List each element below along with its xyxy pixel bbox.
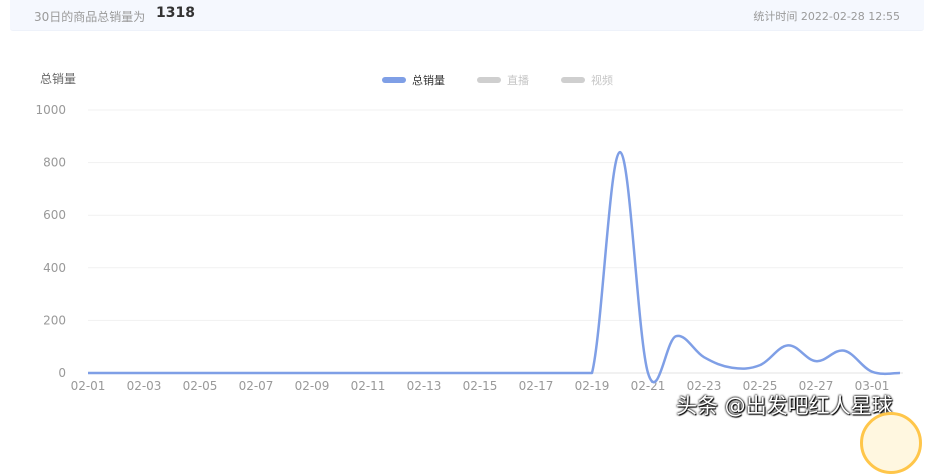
watermark: 头条 @出发吧红人星球 xyxy=(676,394,893,418)
y-tick-label: 0 xyxy=(58,366,66,380)
x-tick-label: 02-09 xyxy=(295,379,330,393)
legend[interactable]: 总销量 直播 视频 xyxy=(382,73,613,87)
x-tick-label: 02-03 xyxy=(127,379,162,393)
y-axis-title: 总销量 xyxy=(40,72,76,86)
x-tick-label: 02-01 xyxy=(71,379,106,393)
y-tick-label: 200 xyxy=(43,313,66,327)
legend-swatch-video xyxy=(561,77,585,83)
legend-label-video: 视频 xyxy=(591,73,613,87)
grid-lines xyxy=(88,109,903,374)
x-tick-label: 02-17 xyxy=(519,379,554,393)
y-tick-labels: 0 200 400 600 800 1000 xyxy=(35,103,66,380)
legend-item-video[interactable]: 视频 xyxy=(561,73,613,87)
sales-line-chart: 总销量 总销量 直播 视频 0 200 400 600 800 1000 02-01 02-… xyxy=(35,72,903,393)
x-tick-label: 02-11 xyxy=(351,379,386,393)
y-tick-label: 800 xyxy=(43,156,66,170)
x-tick-label: 02-07 xyxy=(239,379,274,393)
legend-item-total[interactable]: 总销量 xyxy=(382,73,445,87)
series-line-total-sales xyxy=(88,150,901,384)
x-tick-label: 02-21 xyxy=(631,379,666,393)
y-tick-label: 400 xyxy=(43,261,66,275)
x-tick-label: 02-19 xyxy=(575,379,610,393)
legend-swatch-total xyxy=(382,77,406,83)
legend-item-live[interactable]: 直播 xyxy=(477,73,529,87)
legend-label-total: 总销量 xyxy=(412,73,445,87)
x-tick-label: 02-13 xyxy=(407,379,442,393)
x-tick-label: 02-05 xyxy=(183,379,218,393)
x-tick-label: 02-15 xyxy=(463,379,498,393)
y-tick-label: 1000 xyxy=(35,103,66,117)
legend-swatch-live xyxy=(477,77,501,83)
floating-badge[interactable] xyxy=(860,412,922,474)
legend-label-live: 直播 xyxy=(507,73,529,87)
y-tick-label: 600 xyxy=(43,208,66,222)
